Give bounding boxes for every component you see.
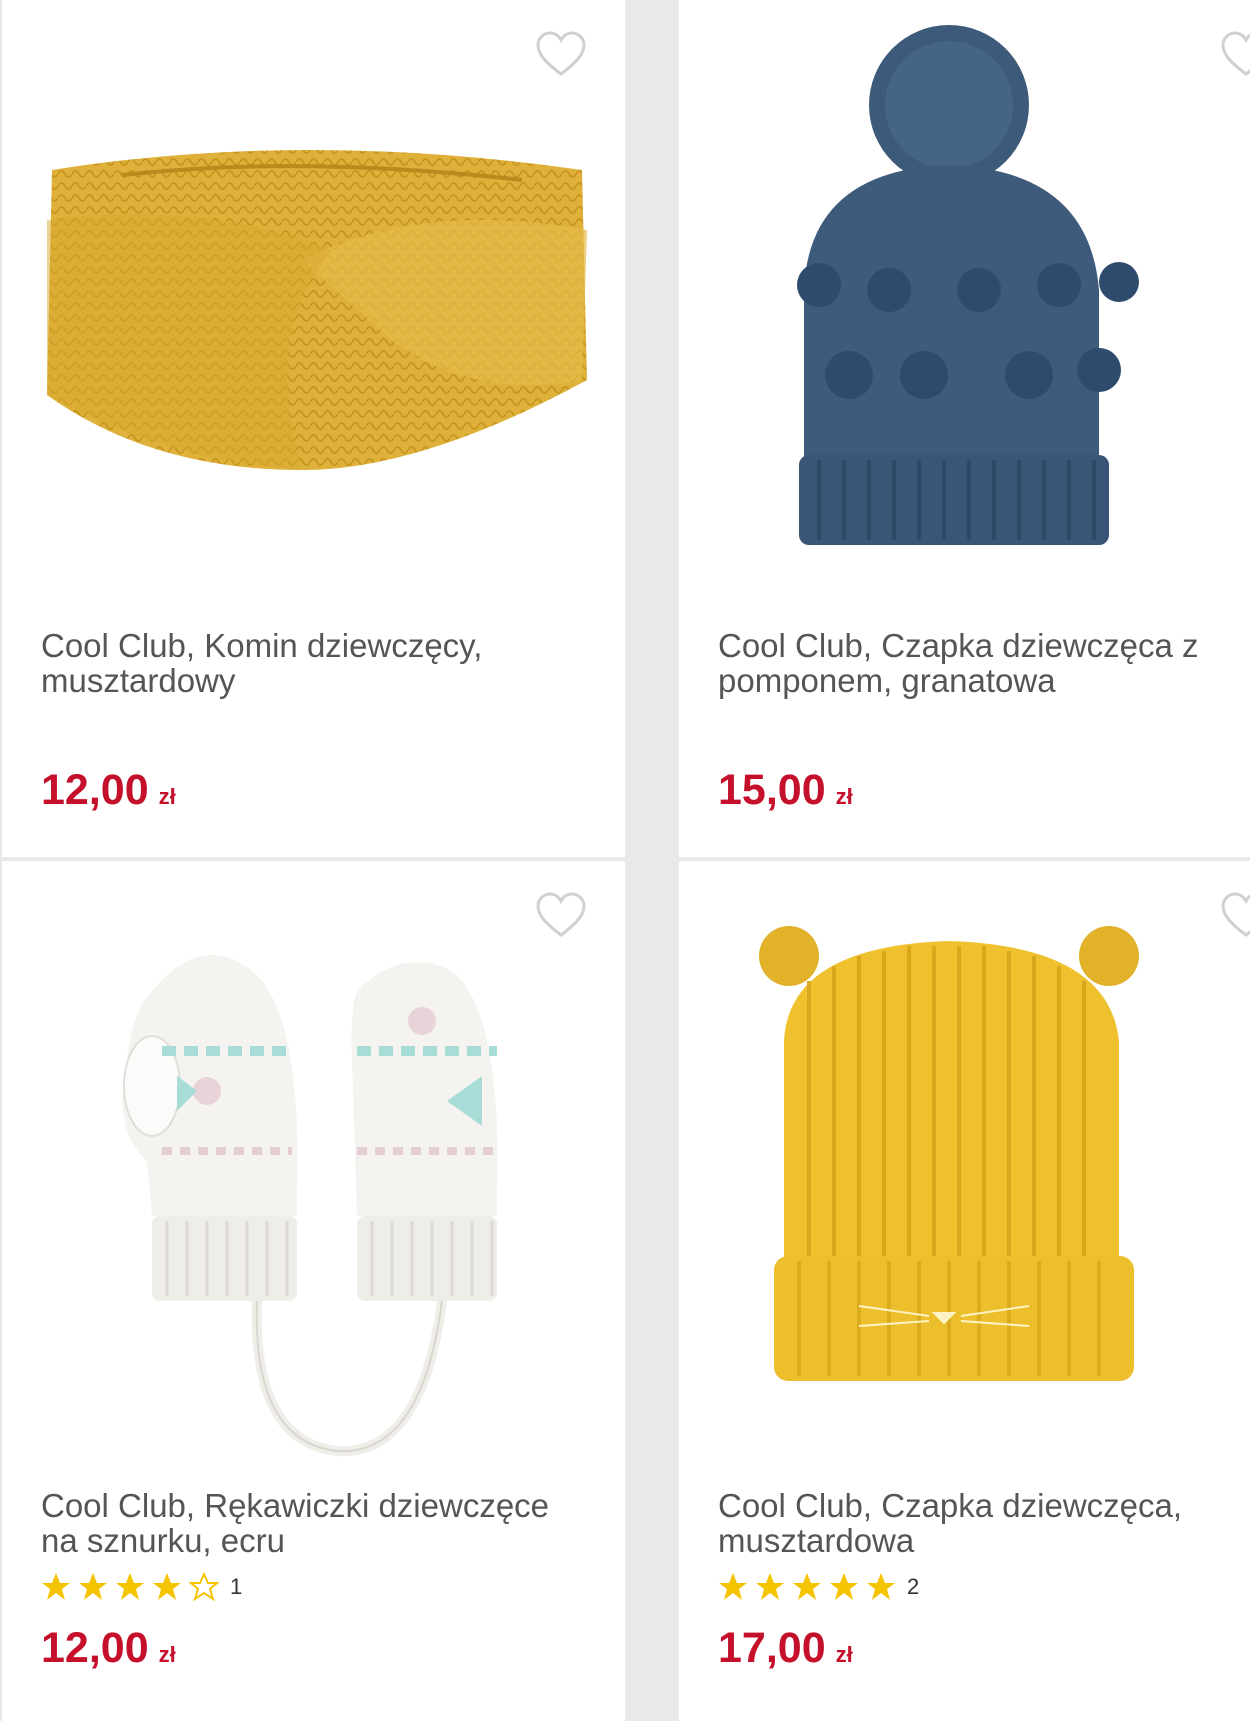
product-card[interactable]: Cool Club, Rękawiczki dziewczęce na sznu…: [2, 861, 625, 1721]
product-card[interactable]: Cool Club, Czapka dziewczęca, musztardow…: [679, 861, 1250, 1721]
price-currency: zł: [158, 1642, 176, 1667]
star-filled-icon: [153, 1573, 181, 1600]
product-title[interactable]: Cool Club, Czapka dziewczęca z pomponem,…: [718, 628, 1250, 698]
star-filled-icon: [719, 1573, 747, 1600]
price-currency: zł: [158, 784, 176, 809]
product-title[interactable]: Cool Club, Rękawiczki dziewczęce na sznu…: [41, 1488, 581, 1558]
rating-count: 2: [907, 1573, 920, 1599]
rating: 2: [718, 1572, 919, 1601]
rating: 1: [41, 1572, 242, 1601]
rating-count: 1: [230, 1573, 243, 1599]
star-filled-icon: [793, 1573, 821, 1600]
product-card[interactable]: Cool Club, Komin dziewczęcy, musztardowy…: [2, 0, 625, 857]
knit-headband-mustard-icon[interactable]: [2, 0, 625, 600]
star-filled-icon: [867, 1573, 895, 1600]
star-empty-icon: [189, 1572, 219, 1601]
star-filled-icon: [830, 1573, 858, 1600]
star-filled-icon: [79, 1573, 107, 1600]
star-filled-icon: [116, 1573, 144, 1600]
mittens-on-string-ecru-icon[interactable]: [2, 861, 625, 1461]
pompom-beanie-navy-icon[interactable]: [679, 0, 1250, 600]
product-card[interactable]: Cool Club, Czapka dziewczęca z pomponem,…: [679, 0, 1250, 857]
price-amount: 12,00: [41, 766, 149, 814]
price-amount: 17,00: [718, 1624, 826, 1672]
cat-ear-beanie-mustard-icon[interactable]: [679, 861, 1250, 1461]
price-amount: 12,00: [41, 1624, 149, 1672]
product-price: 12,00 zł: [41, 766, 176, 815]
price-currency: zł: [835, 1642, 853, 1667]
product-title[interactable]: Cool Club, Komin dziewczęcy, musztardowy: [41, 628, 581, 698]
product-price: 12,00 zł: [41, 1624, 176, 1673]
star-filled-icon: [42, 1573, 70, 1600]
price-currency: zł: [835, 784, 853, 809]
product-price: 15,00 zł: [718, 766, 853, 815]
product-title[interactable]: Cool Club, Czapka dziewczęca, musztardow…: [718, 1488, 1250, 1558]
price-amount: 15,00: [718, 766, 826, 814]
star-filled-icon: [756, 1573, 784, 1600]
product-price: 17,00 zł: [718, 1624, 853, 1673]
